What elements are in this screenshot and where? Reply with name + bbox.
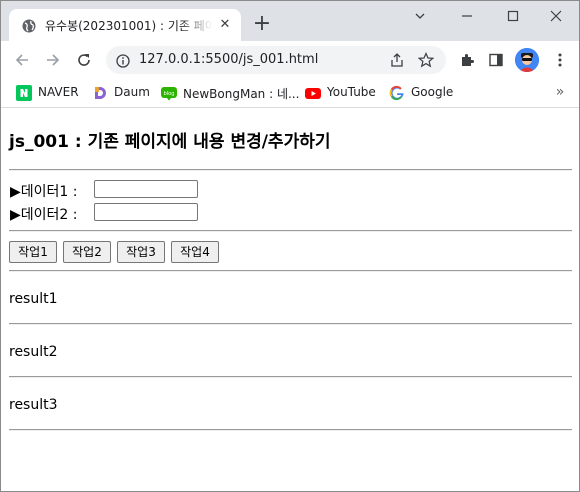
divider	[9, 230, 572, 232]
bookmarks-bar: NAVER Daum blog NewBongMan : 네... YouTub…	[1, 79, 579, 108]
forward-icon[interactable]	[42, 49, 64, 71]
divider	[9, 323, 572, 325]
more-bookmarks-icon[interactable]: »	[551, 83, 569, 101]
result1-text: result1	[9, 291, 58, 307]
maximize-icon[interactable]	[490, 1, 536, 31]
close-tab-icon[interactable]: ✕	[217, 17, 233, 33]
divider	[9, 270, 572, 272]
close-window-icon[interactable]	[533, 1, 579, 31]
minimize-icon[interactable]	[444, 1, 490, 31]
daum-icon	[92, 85, 108, 101]
tab-title: 유수봉(202301001) : 기존 페이지에 내용 변경/추가하기	[45, 19, 213, 33]
page-content: js_001 : 기존 페이지에 내용 변경/추가하기 ▶데이터1 : ▶데이터…	[1, 108, 579, 491]
divider	[9, 169, 572, 171]
profile-avatar[interactable]	[515, 48, 539, 72]
bookmark-youtube[interactable]: YouTube	[305, 84, 381, 102]
side-panel-icon[interactable]	[485, 49, 507, 71]
address-bar[interactable]: 127.0.0.1:5500/js_001.html	[106, 46, 446, 74]
browser-tab[interactable]: 유수봉(202301001) : 기존 페이지에 내용 변경/추가하기 ✕	[9, 9, 241, 41]
data1-label: ▶데이터1 :	[10, 184, 78, 200]
tab-bar: 유수봉(202301001) : 기존 페이지에 내용 변경/추가하기 ✕ +	[1, 1, 579, 41]
url-text: 127.0.0.1:5500/js_001.html	[139, 52, 319, 67]
globe-icon	[22, 18, 36, 33]
work1-button[interactable]: 작업1	[9, 241, 57, 263]
data2-input[interactable]	[94, 203, 198, 221]
data1-input[interactable]	[94, 180, 198, 198]
svg-text:blog: blog	[164, 91, 175, 97]
bookmark-star-icon[interactable]	[417, 52, 435, 68]
naver-icon	[16, 85, 32, 101]
tab-search-icon[interactable]	[397, 1, 443, 31]
new-tab-icon[interactable]: +	[250, 13, 274, 37]
reload-icon[interactable]	[73, 49, 95, 71]
share-icon[interactable]	[389, 52, 405, 68]
bookmark-newbongman[interactable]: blog NewBongMan : 네...	[161, 84, 299, 102]
google-icon	[389, 85, 405, 101]
bookmark-daum[interactable]: Daum	[92, 84, 152, 102]
blog-icon: blog	[161, 85, 177, 101]
divider	[9, 376, 572, 378]
bookmark-naver[interactable]: NAVER	[16, 84, 79, 102]
page-title: js_001 : 기존 페이지에 내용 변경/추가하기	[9, 132, 331, 152]
menu-kebab-icon[interactable]	[549, 49, 571, 71]
work3-button[interactable]: 작업3	[117, 241, 165, 263]
data2-label: ▶데이터2 :	[10, 207, 78, 223]
info-icon[interactable]	[116, 53, 130, 68]
result3-text: result3	[9, 397, 58, 413]
bookmark-google[interactable]: Google	[389, 84, 453, 102]
divider	[9, 429, 572, 431]
work4-button[interactable]: 작업4	[171, 241, 219, 263]
work2-button[interactable]: 작업2	[63, 241, 111, 263]
result2-text: result2	[9, 344, 58, 360]
extensions-icon[interactable]	[456, 49, 478, 71]
back-icon[interactable]	[11, 49, 33, 71]
browser-window: 유수봉(202301001) : 기존 페이지에 내용 변경/추가하기 ✕ +	[0, 0, 580, 492]
browser-toolbar: 127.0.0.1:5500/js_001.html	[1, 41, 579, 79]
youtube-icon	[305, 85, 321, 101]
